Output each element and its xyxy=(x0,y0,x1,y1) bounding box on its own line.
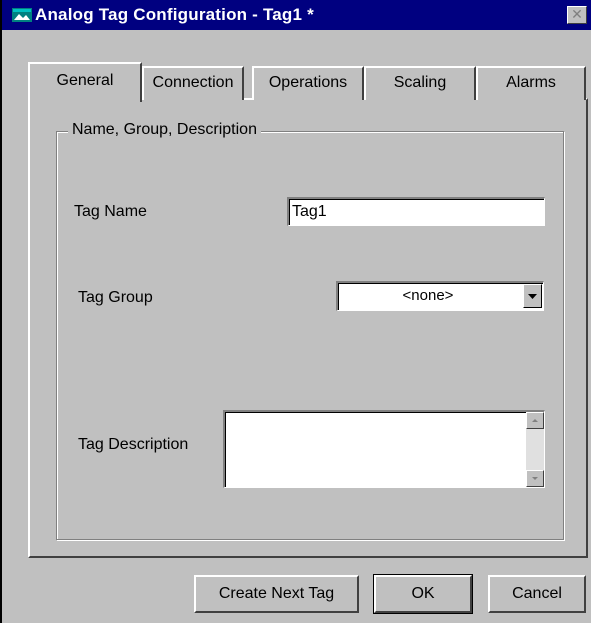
tag-group-label: Tag Group xyxy=(78,289,153,306)
button-label: Create Next Tag xyxy=(218,585,335,602)
arrow-down-icon xyxy=(532,477,538,480)
tag-group-dropdown[interactable]: <none> xyxy=(336,281,544,311)
tab-operations[interactable]: Operations xyxy=(252,66,364,100)
button-label: OK xyxy=(411,585,435,602)
tag-description-textarea[interactable] xyxy=(223,410,545,488)
tab-label: Scaling xyxy=(393,74,447,91)
tab-connection[interactable]: Connection xyxy=(142,66,244,100)
tab-alarms[interactable]: Alarms xyxy=(476,66,586,100)
close-icon: ✕ xyxy=(571,7,583,23)
button-label: Cancel xyxy=(512,585,562,602)
tag-group-value: <none> xyxy=(402,287,454,304)
close-button[interactable]: ✕ xyxy=(567,6,587,24)
vertical-scrollbar[interactable] xyxy=(526,412,544,487)
group-box-label: Name, Group, Description xyxy=(68,120,261,140)
window-title: Analog Tag Configuration - Tag1 * xyxy=(35,5,314,24)
tab-label: Alarms xyxy=(506,74,556,91)
app-window-icon xyxy=(12,8,32,22)
cancel-button[interactable]: Cancel xyxy=(488,575,586,613)
tab-label: Operations xyxy=(268,74,348,91)
tag-name-label: Tag Name xyxy=(74,203,147,220)
tab-label: Connection xyxy=(152,74,234,91)
scroll-up-button[interactable] xyxy=(526,412,544,429)
dialog-window: Analog Tag Configuration - Tag1 * ✕ Gene… xyxy=(0,0,591,623)
dropdown-button[interactable] xyxy=(523,284,542,308)
title-bar[interactable]: Analog Tag Configuration - Tag1 * ✕ xyxy=(2,0,591,30)
tab-general[interactable]: General xyxy=(28,62,142,102)
tag-name-input[interactable] xyxy=(287,197,545,226)
ok-button[interactable]: OK xyxy=(373,574,473,614)
create-next-tag-button[interactable]: Create Next Tag xyxy=(194,575,359,613)
tab-scaling[interactable]: Scaling xyxy=(364,66,476,100)
tag-description-label: Tag Description xyxy=(78,436,189,453)
chevron-down-icon xyxy=(528,294,537,299)
arrow-up-icon xyxy=(532,419,538,422)
scroll-down-button[interactable] xyxy=(526,470,544,487)
tab-label: General xyxy=(56,72,114,89)
tab-strip: General Connection Operations Scaling Al… xyxy=(28,62,588,102)
